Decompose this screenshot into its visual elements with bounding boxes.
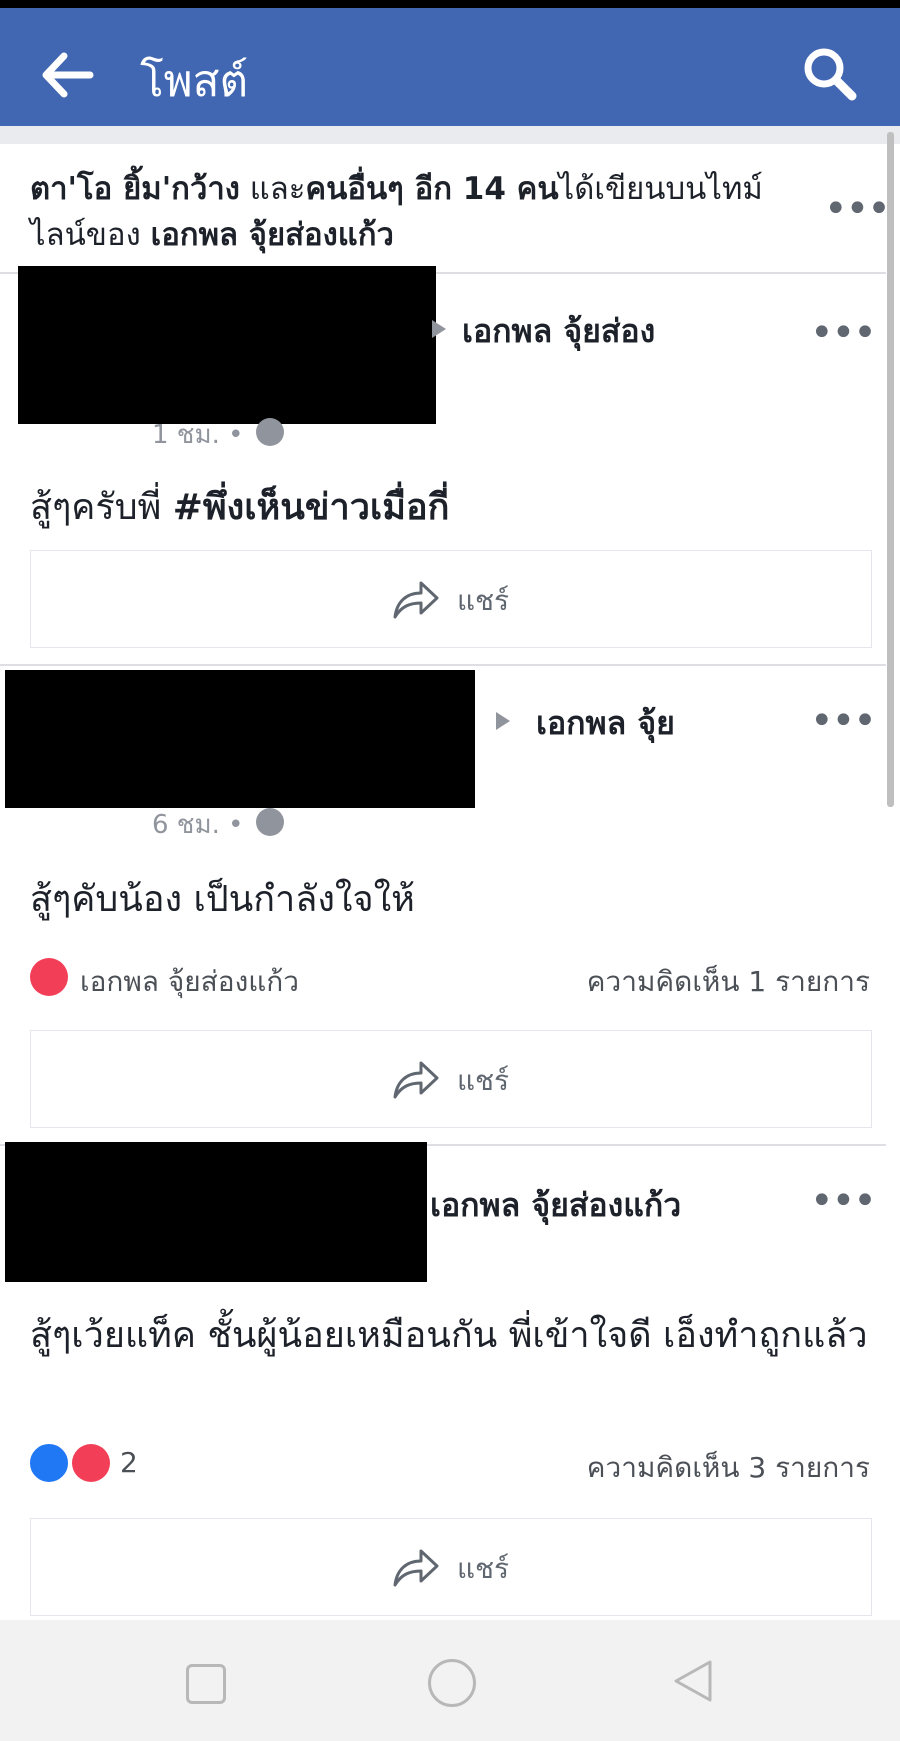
love-reaction-icon: [30, 958, 68, 996]
summary-owner-link[interactable]: เอกพล จุ้ยส่องแก้ว: [151, 217, 394, 253]
post-card: เอกพล จุ้ยส่อง ••• 1 ชม. • สู้ๆครับพี่ #…: [0, 266, 886, 664]
post-target-name[interactable]: เอกพล จุ้ยส่องแก้ว: [430, 1180, 681, 1231]
like-reaction-icon: [28, 1442, 70, 1484]
share-icon: [393, 1549, 439, 1587]
triangle-back-icon[interactable]: [672, 1658, 714, 1704]
comment-count[interactable]: ความคิดเห็น 3 รายการ: [520, 1446, 870, 1490]
more-options-icon[interactable]: •••: [810, 1181, 877, 1221]
more-options-icon[interactable]: •••: [810, 701, 877, 741]
arrow-right-icon: [496, 712, 510, 730]
post-target-name[interactable]: เอกพล จุ้ย: [536, 698, 675, 749]
post-card: เอกพล จุ้ยส่องแก้ว ••• สู้ๆเว้ยแท็ค ชั้น…: [0, 1142, 886, 1620]
status-bar: [0, 0, 900, 8]
summary-others-link[interactable]: คนอื่นๆ อีก 14 คน: [305, 171, 558, 207]
post-text: สู้ๆครับพี่ #พึ่งเห็นข่าวเมื่อกี่: [30, 482, 870, 534]
share-button[interactable]: แชร์: [30, 1030, 872, 1128]
arrow-left-icon[interactable]: [40, 50, 96, 100]
search-icon[interactable]: [800, 44, 860, 104]
square-icon[interactable]: [186, 1664, 226, 1704]
more-options-icon[interactable]: •••: [824, 189, 891, 229]
post-card: เอกพล จุ้ย ••• 6 ชม. • สู้ๆคับน้อง เป็นก…: [0, 668, 886, 1144]
arrow-right-icon: [432, 320, 446, 338]
summary-author-link[interactable]: ตา'โอ ยิ้ม'กว้าง: [30, 171, 240, 207]
reaction-name[interactable]: เอกพล จุ้ยส่องแก้ว: [80, 960, 299, 1004]
system-nav-bar: [0, 1620, 900, 1741]
share-label: แชร์: [457, 1064, 510, 1097]
post-text: สู้ๆคับน้อง เป็นกำลังใจให้: [30, 879, 415, 920]
comment-count[interactable]: ความคิดเห็น 1 รายการ: [520, 960, 870, 1004]
redacted-author: [18, 266, 436, 424]
summary-text: ตา'โอ ยิ้ม'กว้าง และคนอื่นๆ อีก 14 คนได้…: [30, 166, 800, 258]
share-label: แชร์: [457, 1552, 510, 1585]
page-title: โพสต์: [140, 56, 249, 107]
post-text-plain: สู้ๆครับพี่: [30, 487, 173, 528]
post-time: 6 ชม. •: [152, 810, 244, 840]
post-time: 1 ชม. •: [152, 420, 244, 450]
share-icon: [393, 1061, 439, 1099]
summary-and: และ: [239, 171, 306, 207]
circle-icon[interactable]: [428, 1659, 476, 1707]
redacted-author: [5, 670, 475, 808]
share-label: แชร์: [457, 584, 510, 617]
post-summary: ตา'โอ ยิ้ม'กว้าง และคนอื่นๆ อีก 14 คนได้…: [0, 144, 891, 274]
more-options-icon[interactable]: •••: [810, 313, 877, 353]
hashtag-link[interactable]: #พึ่งเห็นข่าวเมื่อกี่: [173, 487, 450, 528]
post-text: สู้ๆเว้ยแท็ค ชั้นผู้น้อยเหมือนกัน พี่เข้…: [30, 1315, 868, 1356]
globe-icon: [256, 418, 284, 446]
reaction-count[interactable]: 2: [120, 1446, 138, 1479]
feed-gap: [0, 126, 900, 144]
share-button[interactable]: แชร์: [30, 550, 872, 648]
post-target-name[interactable]: เอกพล จุ้ยส่อง: [462, 306, 655, 357]
scrollbar[interactable]: [887, 132, 894, 807]
share-button[interactable]: แชร์: [30, 1518, 872, 1616]
love-reaction-icon: [72, 1444, 110, 1482]
divider: [0, 664, 886, 666]
top-app-bar: โพสต์: [0, 8, 900, 126]
globe-icon: [256, 808, 284, 836]
share-icon: [393, 581, 439, 619]
redacted-author: [5, 1142, 427, 1282]
